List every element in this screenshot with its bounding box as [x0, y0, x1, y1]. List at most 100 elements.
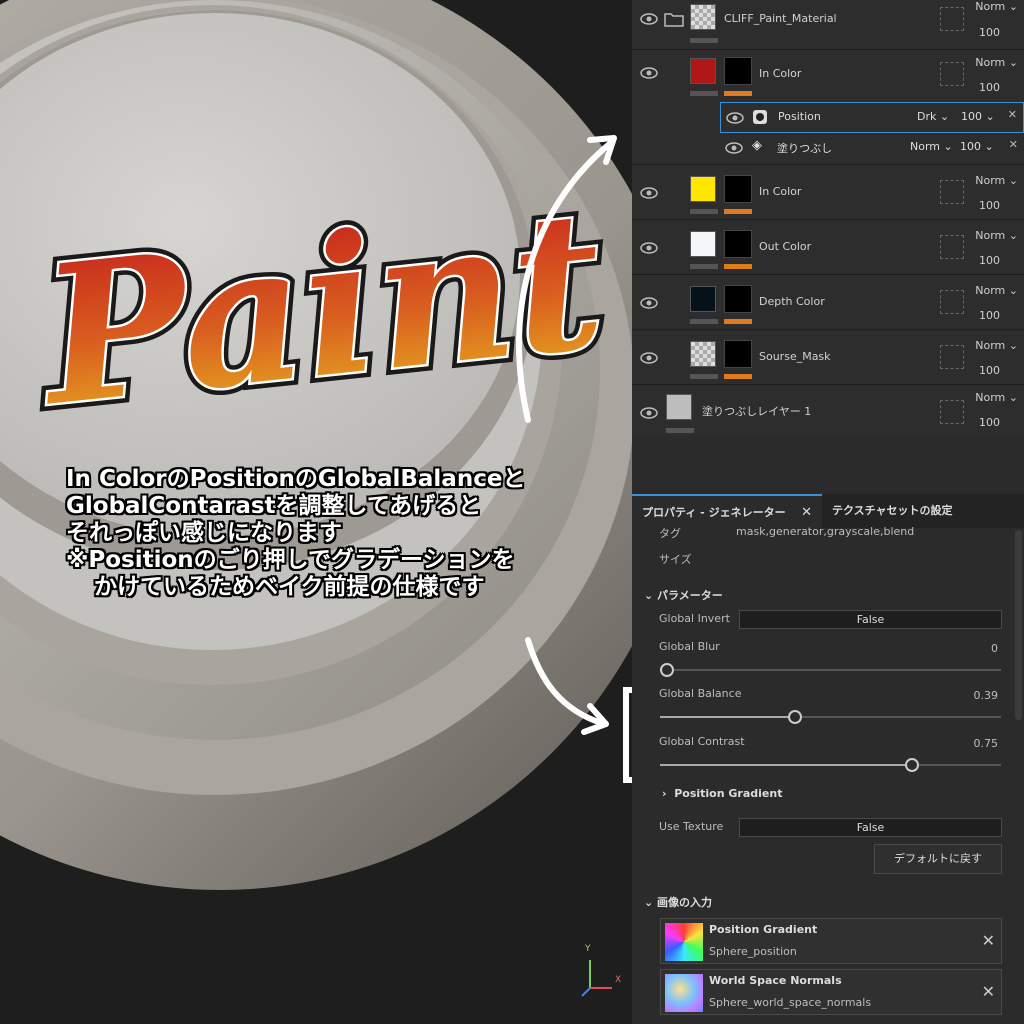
layer-thumbnail [690, 176, 716, 202]
remove-effect-icon[interactable]: ✕ [1009, 138, 1018, 151]
layer-mask-thumbnail[interactable] [724, 175, 752, 203]
eye-icon[interactable] [726, 109, 744, 127]
eye-icon[interactable] [640, 349, 658, 367]
viewport-3d[interactable]: Paint Paint Paint Y X In ColorのPositionの… [0, 0, 632, 1024]
input-title: World Space Normals [709, 974, 842, 987]
mask-slot[interactable] [940, 180, 964, 204]
opacity-value[interactable]: 100 [979, 364, 1000, 377]
axis-gizmo [581, 960, 612, 997]
layer-stack-panel: CLIFF_Paint_Material Norm ⌄ 100 In Color… [632, 0, 1024, 440]
layer-depth-color[interactable]: Depth Color Norm ⌄ 100 [632, 276, 1024, 330]
eye-icon[interactable] [640, 10, 658, 28]
layer-in-color-red[interactable]: In Color Norm ⌄ 100 Position Drk ⌄ 100 ⌄… [632, 50, 1024, 165]
opacity-value[interactable]: 100 [979, 199, 1000, 212]
layer-folder[interactable]: CLIFF_Paint_Material Norm ⌄ 100 [632, 0, 1024, 50]
effect-opacity[interactable]: 100 ⌄ [961, 110, 995, 123]
opacity-value[interactable]: 100 [979, 26, 1000, 39]
global-contrast-value[interactable]: 0.75 [974, 737, 999, 750]
blend-mode-dropdown[interactable]: Norm ⌄ [975, 0, 1018, 13]
annotation-caption: In ColorのPositionのGlobalBalanceと GlobalC… [66, 466, 626, 601]
layer-out-color[interactable]: Out Color Norm ⌄ 100 [632, 221, 1024, 275]
remove-input-icon[interactable]: ✕ [982, 931, 995, 950]
tab-properties-generator[interactable]: プロパティ - ジェネレーター ✕ [632, 494, 822, 528]
panel-tabs: プロパティ - ジェネレーター ✕ テクスチャセットの設定 [632, 494, 1024, 528]
mask-slot[interactable] [940, 290, 964, 314]
image-input-position-gradient[interactable]: Position Gradient Sphere_position ✕ [660, 918, 1002, 964]
global-invert-field[interactable]: False [739, 610, 1002, 629]
use-texture-field[interactable]: False [739, 818, 1002, 837]
global-blur-slider[interactable] [660, 663, 1001, 677]
input-source: Sphere_world_space_normals [709, 996, 872, 1009]
fill-bucket-icon: ◈ [752, 138, 762, 153]
axis-x-label: X [615, 975, 622, 985]
section-title: 画像の入力 [657, 896, 713, 909]
layer-mask-thumbnail[interactable] [724, 57, 752, 85]
blend-mode-dropdown[interactable]: Norm ⌄ [975, 174, 1018, 187]
eye-icon[interactable] [725, 139, 743, 157]
position-gradient-section[interactable]: › Position Gradient [662, 787, 782, 800]
image-inputs-section[interactable]: ⌄ 画像の入力 [644, 894, 712, 910]
global-balance-value[interactable]: 0.39 [974, 689, 999, 702]
eye-icon[interactable] [640, 64, 658, 82]
layer-name: In Color [759, 67, 802, 80]
layer-name: Depth Color [759, 295, 825, 308]
layer-fill-layer-1[interactable]: 塗りつぶしレイヤー 1 Norm ⌄ 100 [632, 386, 1024, 440]
mask-slot[interactable] [940, 400, 964, 424]
remove-input-icon[interactable]: ✕ [982, 982, 995, 1001]
effect-fill[interactable]: ◈ 塗りつぶし Norm ⌄ 100 ⌄ ✕ [720, 133, 1024, 164]
blend-mode-dropdown[interactable]: Norm ⌄ [975, 391, 1018, 404]
section-title: Position Gradient [674, 787, 783, 800]
parameters-section[interactable]: ⌄ パラメーター [644, 587, 723, 603]
effect-name: Position [778, 110, 821, 123]
blend-mode-dropdown[interactable]: Norm ⌄ [975, 229, 1018, 242]
reset-defaults-button[interactable]: デフォルトに戻す [874, 844, 1002, 874]
blend-mode-dropdown[interactable]: Norm ⌄ [975, 56, 1018, 69]
image-input-world-space-normals[interactable]: World Space Normals Sphere_world_space_n… [660, 969, 1002, 1015]
tab-texture-set-settings[interactable]: テクスチャセットの設定 [822, 494, 957, 528]
opacity-value[interactable]: 100 [979, 81, 1000, 94]
tab-label: テクスチャセットの設定 [832, 504, 953, 517]
eye-icon[interactable] [640, 239, 658, 257]
layer-mask-thumbnail[interactable] [724, 230, 752, 258]
eye-icon[interactable] [640, 294, 658, 312]
opacity-value[interactable]: 100 [979, 416, 1000, 429]
blend-mode-dropdown[interactable]: Norm ⌄ [975, 339, 1018, 352]
effect-position[interactable]: Position Drk ⌄ 100 ⌄ ✕ [720, 102, 1024, 133]
mask-slot[interactable] [940, 345, 964, 369]
effect-blend-dropdown[interactable]: Norm ⌄ [910, 140, 953, 153]
global-blur-label: Global Blur [659, 640, 720, 653]
layer-in-color-yellow[interactable]: In Color Norm ⌄ 100 [632, 166, 1024, 220]
blend-mode-dropdown[interactable]: Norm ⌄ [975, 284, 1018, 297]
layer-mask-thumbnail[interactable] [724, 340, 752, 368]
remove-effect-icon[interactable]: ✕ [1008, 108, 1017, 121]
eye-icon[interactable] [640, 184, 658, 202]
mask-slot[interactable] [940, 62, 964, 86]
global-contrast-slider[interactable] [660, 758, 1001, 772]
blend-mode-value: Norm [975, 339, 1006, 352]
layer-underbar [690, 319, 718, 324]
layer-stack-empty-area [632, 437, 1024, 494]
mask-slot[interactable] [940, 7, 964, 31]
effect-opacity-value: 100 [961, 110, 982, 123]
slider-handle[interactable] [788, 710, 802, 724]
opacity-value[interactable]: 100 [979, 254, 1000, 267]
size-label: サイズ [659, 553, 692, 566]
blend-mode-value: Norm [975, 56, 1006, 69]
mask-slot[interactable] [940, 235, 964, 259]
effect-blend-value: Drk [917, 110, 937, 123]
layer-mask-thumbnail[interactable] [724, 285, 752, 313]
global-blur-value[interactable]: 0 [991, 642, 998, 655]
effect-blend-dropdown[interactable]: Drk ⌄ [917, 110, 949, 123]
effect-opacity[interactable]: 100 ⌄ [960, 140, 994, 153]
layer-sourse-mask[interactable]: Sourse_Mask Norm ⌄ 100 [632, 331, 1024, 385]
opacity-value[interactable]: 100 [979, 309, 1000, 322]
axis-y-label: Y [585, 944, 591, 954]
layer-thumbnail [690, 4, 716, 30]
slider-handle[interactable] [905, 758, 919, 772]
effect-blend-value: Norm [910, 140, 941, 153]
layer-underbar [690, 209, 718, 214]
slider-handle[interactable] [660, 663, 674, 677]
scrollbar[interactable] [1015, 530, 1022, 720]
eye-icon[interactable] [640, 404, 658, 422]
global-balance-slider[interactable] [660, 710, 1001, 724]
